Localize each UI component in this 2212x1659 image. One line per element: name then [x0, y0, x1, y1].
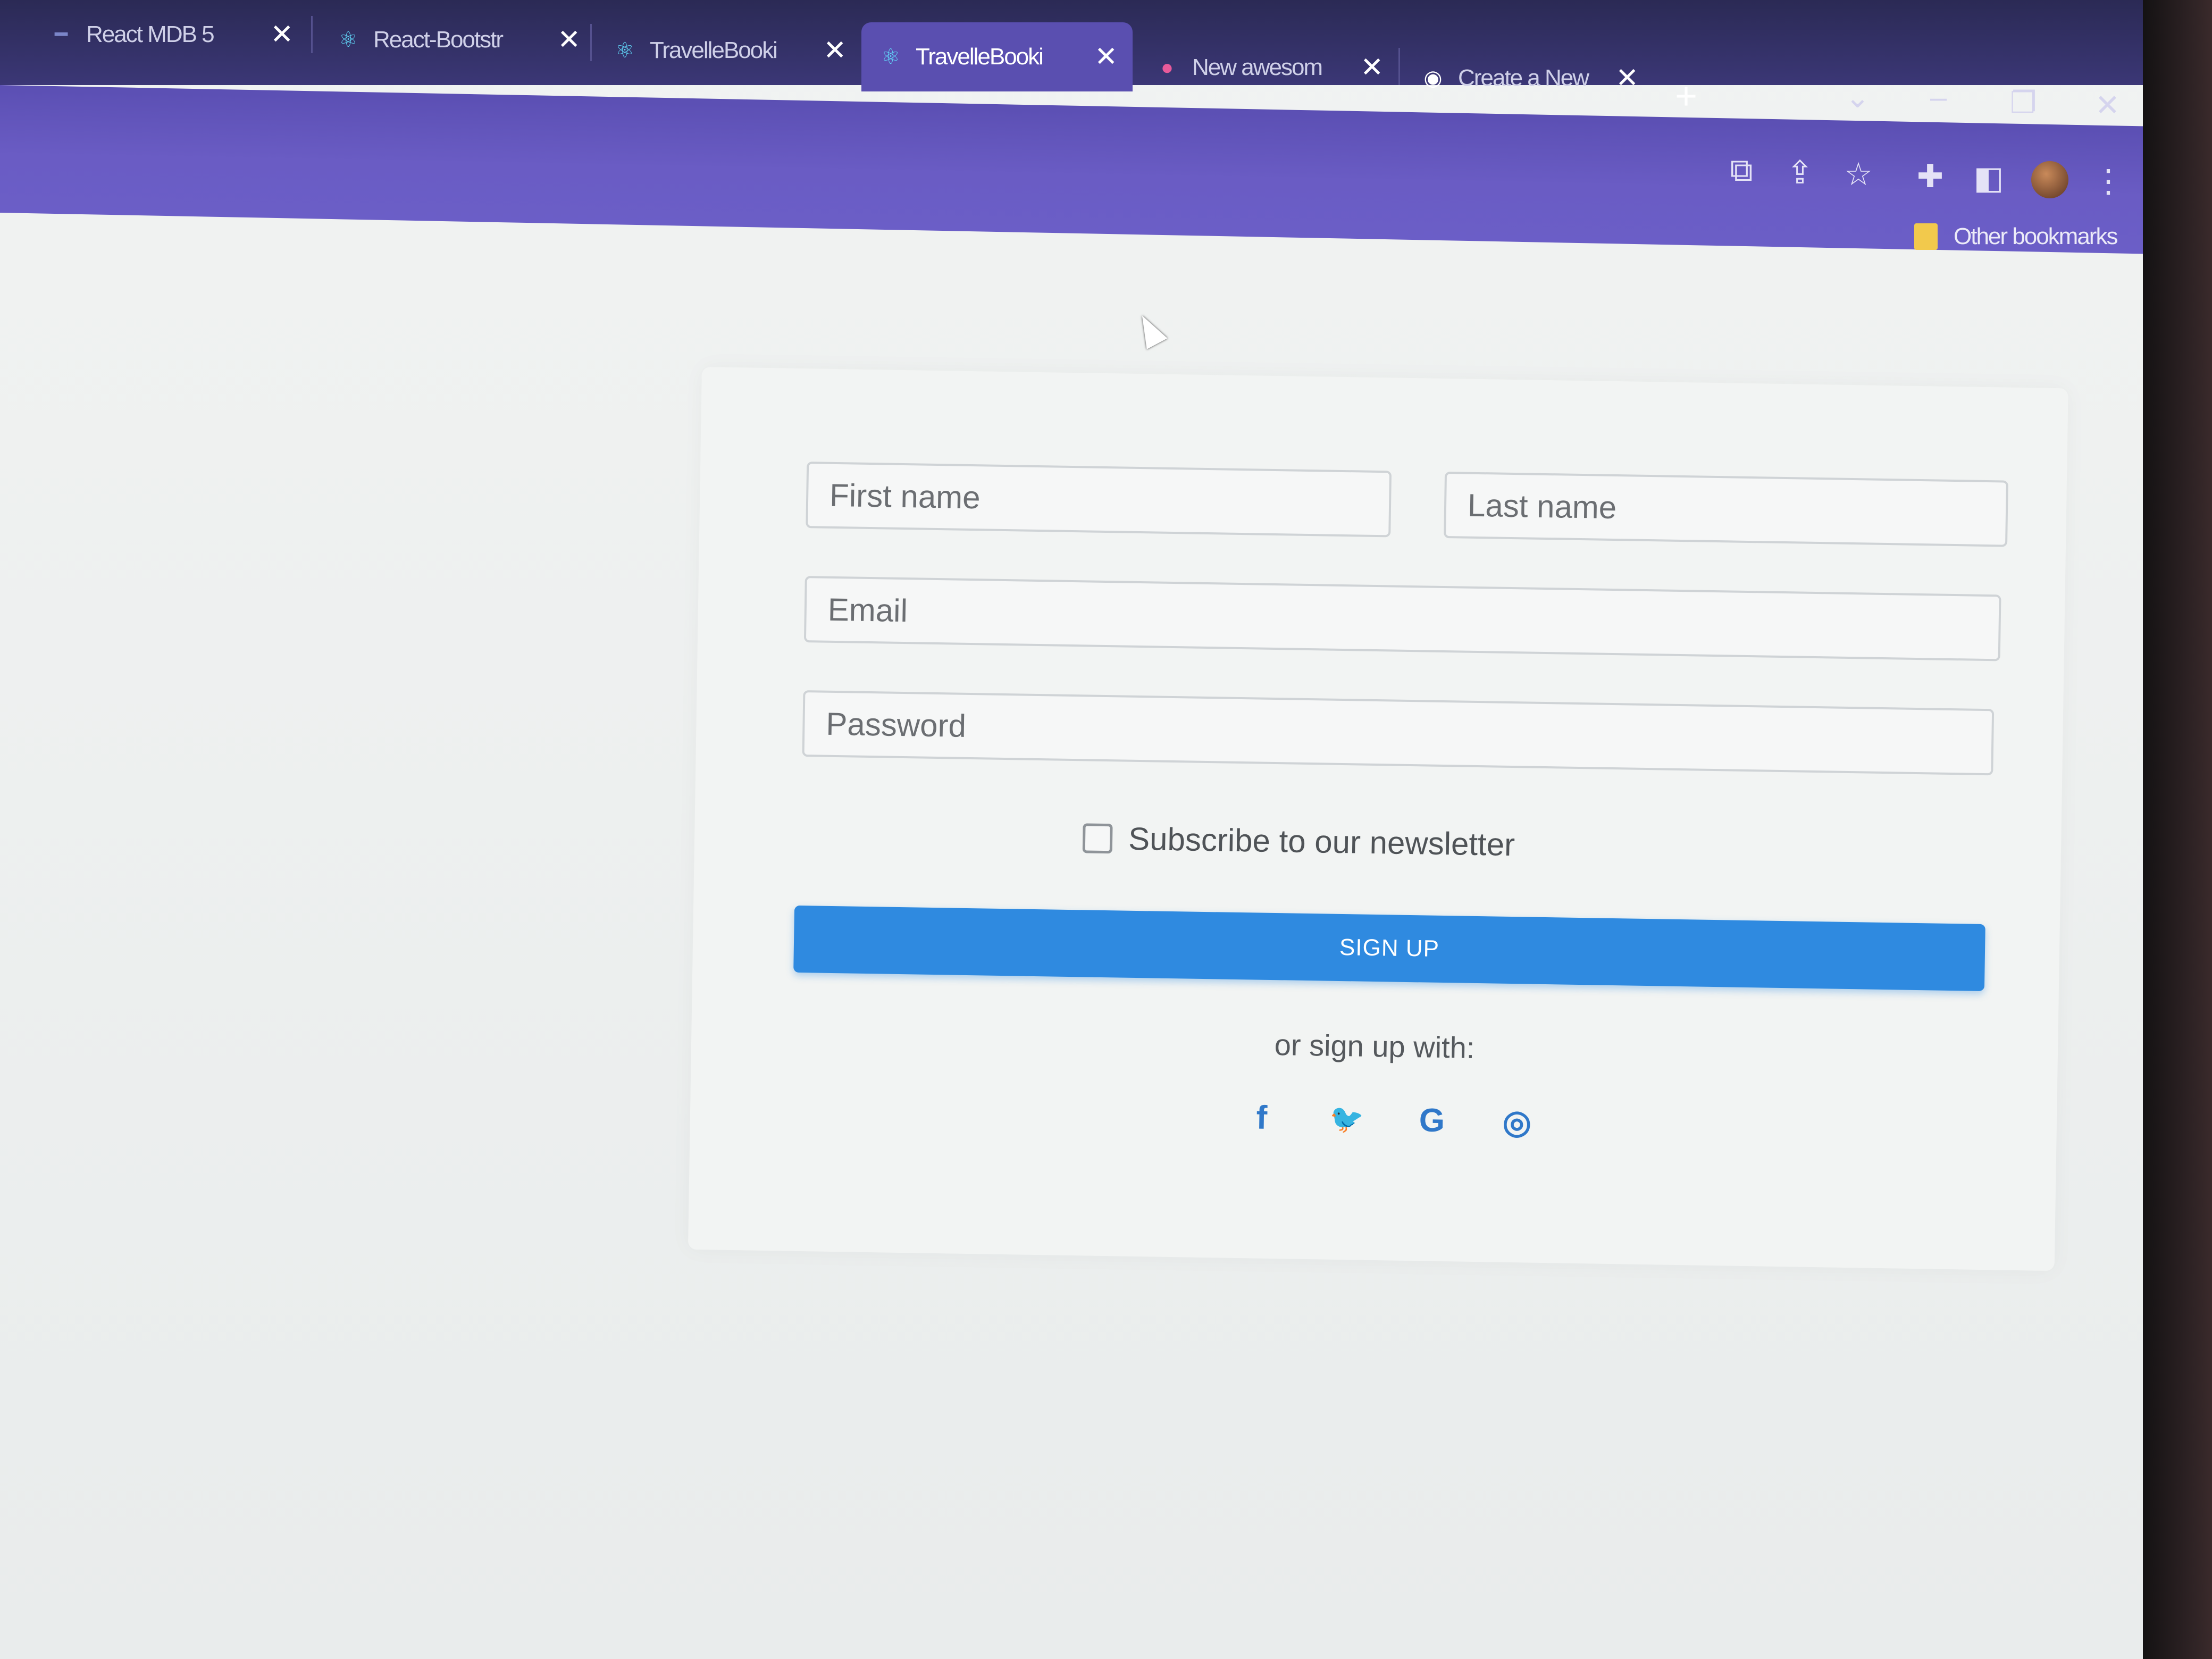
tab-new-awesome[interactable]: ● New awesom ✕ [1138, 33, 1398, 102]
tab-separator [311, 16, 313, 53]
menu-icon[interactable]: ⋮ [2090, 163, 2127, 200]
tab-react-bootstrap[interactable]: ⚛ React-Bootstr ✕ [319, 5, 596, 74]
react-icon: ⚛ [881, 45, 900, 69]
password-input[interactable] [802, 690, 1995, 776]
tab-strip: ━ React MDB 5 ✕ ⚛ React-Bootstr ✕ ⚛ Trav… [0, 0, 2143, 94]
sign-up-button[interactable]: SIGN UP [793, 905, 1985, 992]
mdb-icon: ━ [54, 23, 68, 46]
facebook-icon[interactable]: f [1243, 1099, 1280, 1136]
github-icon: ◉ [1423, 66, 1443, 90]
side-panel-icon[interactable]: ◧ [1970, 160, 2007, 197]
react-icon: ⚛ [339, 28, 358, 52]
mouse-cursor-icon [1132, 310, 1168, 349]
avatar[interactable] [2031, 161, 2068, 198]
firefox-icon: ● [1160, 55, 1174, 79]
react-icon: ⚛ [615, 39, 634, 62]
window-close-icon[interactable]: ✕ [2095, 88, 2120, 123]
alt-signup-text: or sign up with: [1274, 1028, 1475, 1065]
tab-travelle-booking-1[interactable]: ⚛ TravelleBooki ✕ [596, 16, 861, 85]
tab-travelle-booking-active[interactable]: ⚛ TravelleBooki ✕ [861, 22, 1133, 91]
tab-title: TravelleBooki [916, 44, 1044, 70]
github-icon[interactable]: ◎ [1498, 1103, 1536, 1141]
tab-title: TravelleBooki [650, 37, 778, 63]
signup-card: Subscribe to our newsletter SIGN UP or s… [688, 367, 2068, 1271]
tab-title: React MDB 5 [86, 21, 215, 47]
folder-icon [1914, 223, 1938, 250]
tab-title: New awesom [1192, 54, 1323, 80]
star-icon[interactable]: ☆ [1840, 156, 1877, 193]
browser-toolbar [0, 85, 2143, 254]
first-name-input[interactable] [806, 462, 1392, 538]
new-tab-button[interactable]: + [1675, 74, 1697, 118]
bookmarks-bar: Other bookmarks [1914, 223, 2118, 250]
close-icon[interactable]: ✕ [1094, 41, 1118, 73]
close-icon[interactable]: ✕ [1360, 52, 1384, 83]
extensions-icon[interactable]: ✚ [1912, 158, 1949, 195]
close-icon[interactable]: ✕ [557, 24, 581, 56]
screen: ━ React MDB 5 ✕ ⚛ React-Bootstr ✕ ⚛ Trav… [0, 0, 2143, 1659]
monitor-bezel [2143, 0, 2212, 1659]
google-icon[interactable]: G [1413, 1101, 1451, 1139]
tab-title: Create a New [1458, 65, 1589, 91]
tab-react-mdb[interactable]: ━ React MDB 5 ✕ [32, 0, 308, 69]
restore-icon[interactable]: ❐ [2010, 85, 2037, 120]
other-bookmarks-link[interactable]: Other bookmarks [1954, 223, 2118, 250]
share-icon[interactable]: ⇪ [1781, 154, 1819, 191]
close-icon[interactable]: ✕ [270, 19, 294, 51]
newsletter-checkbox[interactable] [1082, 823, 1113, 853]
tab-create-new[interactable]: ◉ Create a New ✕ [1404, 44, 1654, 113]
close-icon[interactable]: ✕ [1615, 62, 1639, 94]
social-signup-buttons: f 🐦 G ◎ [1243, 1099, 1536, 1141]
minimize-icon[interactable]: – [1930, 80, 1947, 114]
newsletter-label: Subscribe to our newsletter [1128, 820, 1515, 863]
tab-title: React-Bootstr [373, 27, 504, 53]
tab-search-icon[interactable]: ⌄ [1845, 80, 1870, 115]
close-icon[interactable]: ✕ [823, 35, 847, 66]
newsletter-option: Subscribe to our newsletter [1082, 819, 1515, 863]
last-name-input[interactable] [1444, 471, 2008, 547]
twitter-icon[interactable]: 🐦 [1328, 1100, 1365, 1138]
tab-separator [1398, 48, 1400, 85]
email-input[interactable] [803, 576, 2001, 661]
translate-icon[interactable]: ⧉ [1723, 152, 1760, 189]
tab-separator [590, 24, 592, 61]
